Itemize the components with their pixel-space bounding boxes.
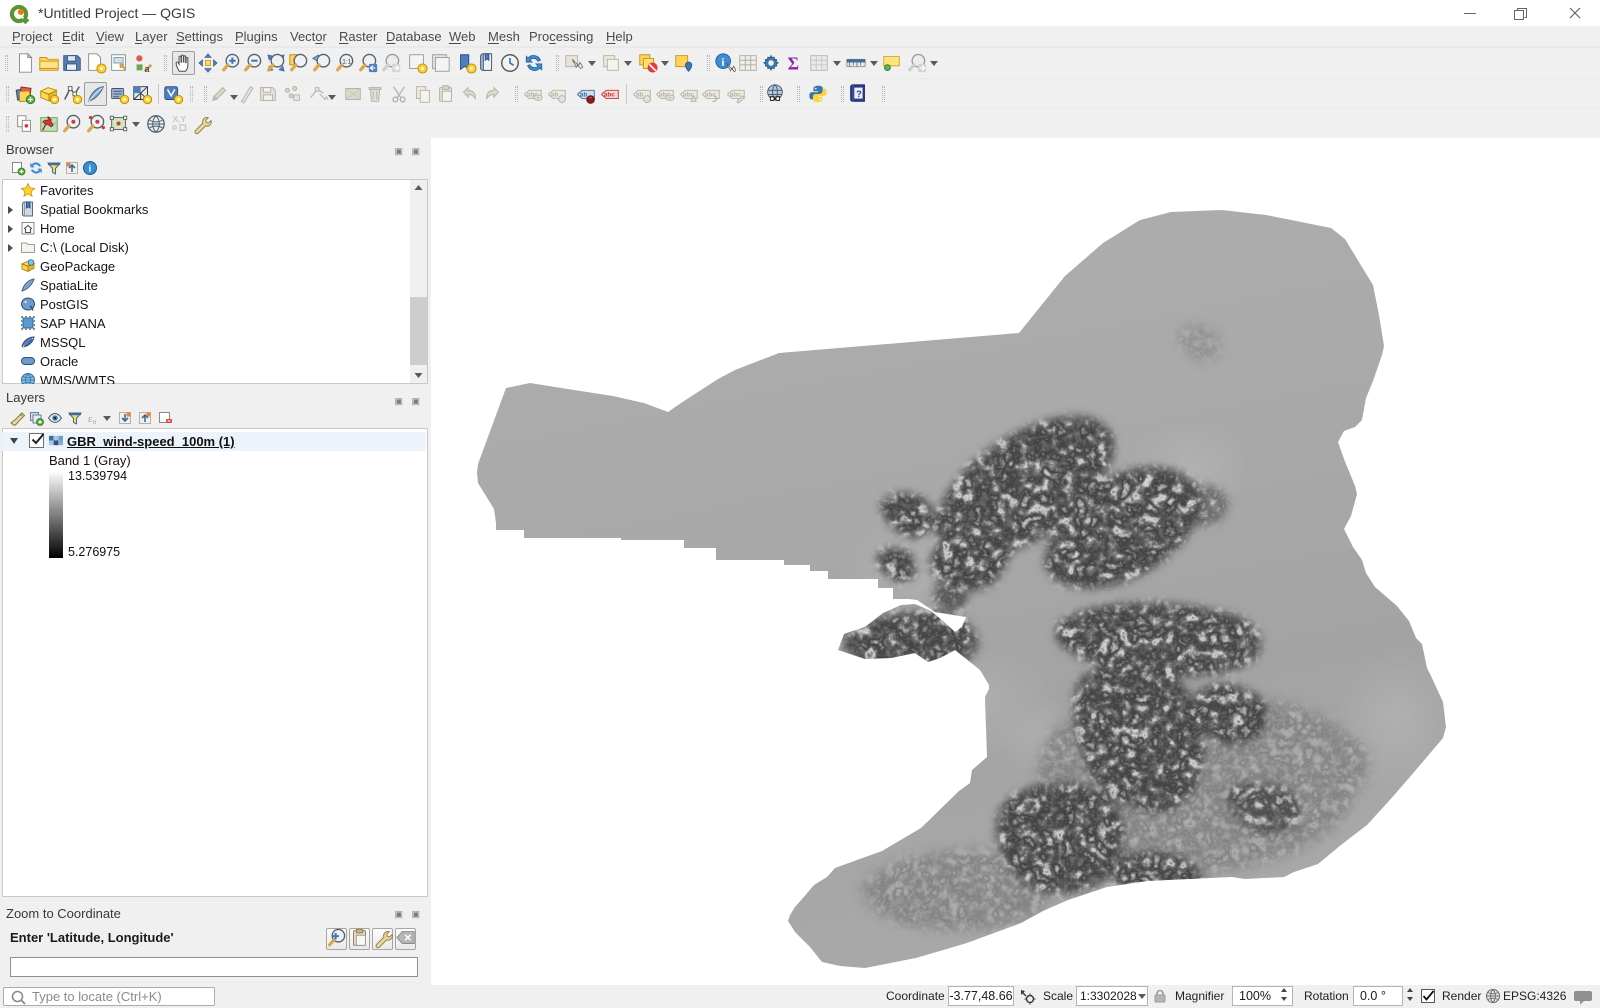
svg-text:?: ? bbox=[856, 89, 862, 99]
svg-text:i: i bbox=[721, 56, 724, 68]
svg-text:ab: ab bbox=[580, 92, 588, 99]
svg-text:1:1: 1:1 bbox=[342, 58, 351, 65]
svg-text:Σ: Σ bbox=[788, 53, 799, 73]
svg-text:abc: abc bbox=[604, 92, 615, 99]
svg-text:ab: ab bbox=[551, 92, 559, 99]
svg-text:n: n bbox=[93, 420, 96, 426]
svg-text:abc: abc bbox=[730, 92, 741, 99]
svg-text:X,Y: X,Y bbox=[173, 115, 187, 124]
svg-text:abc: abc bbox=[705, 92, 716, 99]
svg-text:ab: ab bbox=[636, 92, 644, 99]
